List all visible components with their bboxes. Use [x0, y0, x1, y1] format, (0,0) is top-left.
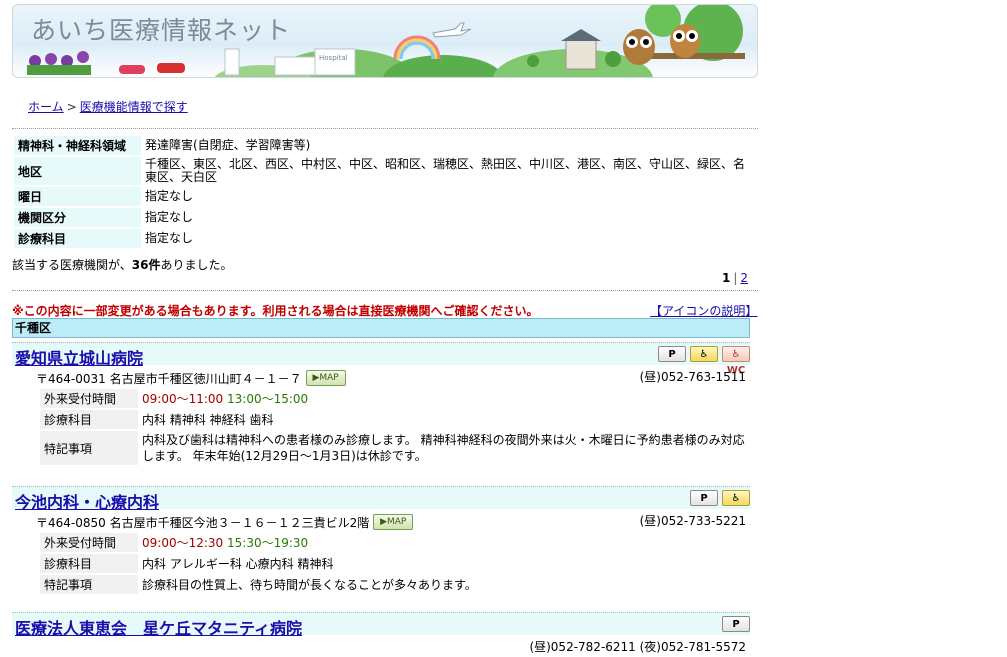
- detail-label: 外来受付時間: [40, 389, 138, 408]
- hours-afternoon: 13:00～15:00: [227, 391, 309, 406]
- facility-phone: (昼)052-733-5221: [639, 514, 746, 528]
- criteria-label: 地区: [14, 157, 141, 185]
- criteria-value: 発達障害(自閉症、学習障害等): [145, 138, 311, 152]
- result-count-value: 36件: [131, 258, 161, 272]
- criteria-row: 精神科・神経科領域 発達障害(自閉症、学習障害等): [14, 136, 754, 155]
- facility-header: 今池内科・心療内科 P ♿: [12, 486, 750, 512]
- criteria-value: 指定なし: [145, 210, 194, 224]
- divider: [12, 290, 758, 291]
- facility-details: 外来受付時間 09:00～12:30 15:30～19:30 診療科目 内科 ア…: [38, 531, 750, 596]
- criteria-label: 診療科目: [14, 229, 141, 248]
- reception-hours: 09:00～12:30 15:30～19:30: [140, 533, 748, 552]
- icon-help-link[interactable]: 【アイコンの説明】: [650, 302, 757, 319]
- search-criteria-table: 精神科・神経科領域 発達障害(自閉症、学習障害等) 地区 千種区、東区、北区、西…: [12, 134, 756, 250]
- criteria-label: 精神科・神経科領域: [14, 136, 141, 155]
- ward-header: 千種区: [12, 318, 750, 338]
- criteria-row: 地区 千種区、東区、北区、西区、中村区、中区、昭和区、瑞穂区、熱田区、中川区、港…: [14, 157, 754, 185]
- wheelchair-icon[interactable]: ♿: [690, 346, 718, 362]
- accessible-toilet-icon[interactable]: ♿WC: [722, 346, 750, 376]
- notes: 診療科目の性質上、待ち時間が長くなることが多々あります。: [142, 577, 477, 592]
- address-text: 〒464-0850 名古屋市千種区今池３－１６－１２三貴ビル2階: [36, 516, 370, 530]
- breadcrumb-separator: >: [66, 100, 77, 114]
- facility-icons: P ♿: [690, 490, 750, 506]
- criteria-value: 指定なし: [145, 189, 194, 203]
- notes: 内科及び歯科は精神科への患者様のみ診療します。 精神科神経科の夜間外来は火・木曜…: [142, 433, 745, 463]
- result-prefix: 該当する医療機関が、: [12, 258, 132, 272]
- facility-address: 〒464-0850 名古屋市千種区今池３－１６－１２三貴ビル2階 ▶MAP: [36, 514, 414, 531]
- map-button[interactable]: ▶MAP: [305, 370, 346, 386]
- detail-label: 診療科目: [40, 554, 138, 573]
- result-count: 該当する医療機関が、36件ありました。: [12, 256, 232, 273]
- breadcrumb-home-link[interactable]: ホーム: [28, 100, 64, 114]
- facility-phone: (昼)052-763-1511: [639, 370, 746, 384]
- departments: 内科 精神科 神経科 歯科: [142, 412, 274, 427]
- facility-icons: P: [722, 616, 750, 632]
- address-text: 〒464-0031 名古屋市千種区徳川山町４－１－７: [36, 372, 302, 386]
- criteria-value: 指定なし: [145, 231, 194, 245]
- divider: [12, 128, 758, 129]
- hours-morning: 09:00～11:00: [142, 391, 224, 406]
- hours-morning: 09:00～12:30: [142, 535, 224, 550]
- facility-details: 外来受付時間 09:00～11:00 13:00～15:00 診療科目 内科 精…: [38, 387, 750, 467]
- result-suffix: ありました。: [160, 258, 233, 272]
- hospital-sign: Hospital: [319, 54, 348, 62]
- address-row: 〒464-0031 名古屋市千種区徳川山町４－１－７ ▶MAP (昼)052-76…: [12, 365, 750, 387]
- departments: 内科 アレルギー科 心療内科 精神科: [142, 556, 334, 571]
- address-row: 〒464-0850 名古屋市千種区今池３－１６－１２三貴ビル2階 ▶MAP (昼)…: [12, 509, 750, 531]
- criteria-row: 診療科目 指定なし: [14, 229, 754, 248]
- reception-hours: 09:00～11:00 13:00～15:00: [140, 389, 748, 408]
- criteria-row: 曜日 指定なし: [14, 187, 754, 206]
- parking-icon[interactable]: P: [690, 490, 718, 506]
- facility-address: 〒464-0031 名古屋市千種区徳川山町４－１－７ ▶MAP: [36, 370, 346, 387]
- parking-icon[interactable]: P: [658, 346, 686, 362]
- facility-card: 医療法人東恵会 星ケ丘マタニティ病院 P (昼)052-782-6211 (夜)…: [12, 612, 750, 657]
- detail-label: 診療科目: [40, 410, 138, 429]
- criteria-row: 機関区分 指定なし: [14, 208, 754, 227]
- detail-label: 外来受付時間: [40, 533, 138, 552]
- facility-header: 医療法人東恵会 星ケ丘マタニティ病院 P: [12, 612, 750, 638]
- facility-icons: P ♿ ♿WC: [658, 346, 750, 376]
- parking-icon[interactable]: P: [722, 616, 750, 632]
- breadcrumb-current-link[interactable]: 医療機能情報で探す: [80, 100, 188, 114]
- hours-afternoon: 15:30～19:30: [227, 535, 309, 550]
- page-2-link[interactable]: 2: [740, 271, 748, 285]
- detail-label: 特記事項: [40, 575, 138, 594]
- wheelchair-icon[interactable]: ♿: [722, 490, 750, 506]
- site-banner[interactable]: Hospital あいち医療情報ネット: [12, 4, 758, 78]
- facility-card: 愛知県立城山病院 P ♿ ♿WC 〒464-0031 名古屋市千種区徳川山町４－…: [12, 342, 750, 467]
- facility-phone: (昼)052-782-6211 (夜)052-781-5572: [529, 640, 746, 654]
- page-current: 1: [722, 271, 731, 285]
- pagination: 1 | 2: [722, 271, 748, 285]
- facility-card: 今池内科・心療内科 P ♿ 〒464-0850 名古屋市千種区今池３－１６－１２…: [12, 486, 750, 596]
- criteria-label: 曜日: [14, 187, 141, 206]
- site-title[interactable]: あいち医療情報ネット: [31, 11, 291, 47]
- criteria-value: 千種区、東区、北区、西区、中村区、中区、昭和区、瑞穂区、熱田区、中川区、港区、南…: [145, 157, 746, 184]
- change-notice: ※この内容に一部変更がある場合もあります。利用される場合は直接医療機関へご確認く…: [12, 304, 539, 318]
- criteria-label: 機関区分: [14, 208, 141, 227]
- breadcrumb: ホーム > 医療機能情報で探す: [28, 98, 188, 115]
- detail-label: 特記事項: [40, 431, 138, 465]
- map-button[interactable]: ▶MAP: [373, 514, 414, 530]
- facility-header: 愛知県立城山病院 P ♿ ♿WC: [12, 342, 750, 376]
- page-separator: |: [733, 271, 738, 285]
- address-row: (昼)052-782-6211 (夜)052-781-5572: [12, 635, 750, 657]
